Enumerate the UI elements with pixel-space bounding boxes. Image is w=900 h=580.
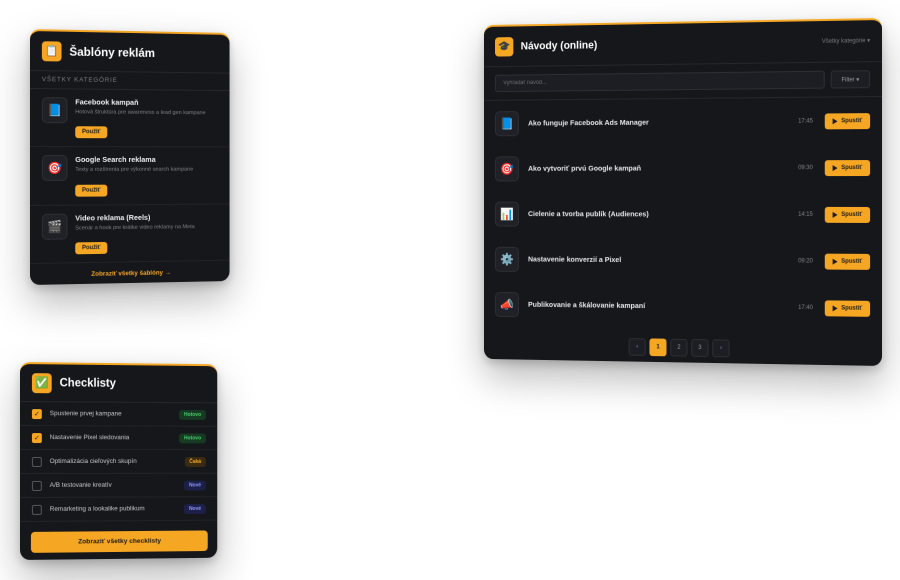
checklists-title: Checklisty (59, 376, 116, 390)
guide-duration: 17:40 (798, 304, 813, 311)
bar-chart-icon: 📊 (494, 201, 519, 227)
target-icon: 🎯 (494, 155, 519, 181)
guide-duration: 14:15 (798, 211, 813, 218)
check-mark-icon: ✅ (31, 372, 52, 393)
template-item: 🎬 Video reklama (Reels) Scenár a hook pr… (30, 204, 230, 265)
templates-header: 📋 Šablóny reklám (30, 31, 230, 74)
checklist-item[interactable]: Remarketing a lookalike publikum Nové (20, 497, 218, 522)
category-select[interactable]: Všetky kategórie ▾ (822, 37, 870, 45)
checklists-card: ✅ Checklisty ✓ Spustenie prvej kampane H… (20, 362, 218, 560)
checklist-item[interactable]: ✓ Nastavenie Pixel sledovania Hotovo (20, 426, 218, 451)
checkbox[interactable]: ✓ (31, 432, 42, 443)
play-icon (832, 117, 838, 124)
use-template-button[interactable]: Použiť (75, 184, 108, 197)
target-icon: 🎯 (41, 155, 68, 182)
clapperboard-icon: 🎬 (41, 213, 68, 240)
show-all-checklists-button[interactable]: Zobraziť všetky checklisty (30, 530, 208, 553)
template-description: Hotová štruktúra pre awareness a lead ge… (75, 109, 206, 117)
clipboard-icon: 📋 (41, 40, 62, 61)
status-badge: Hotovo (179, 409, 206, 420)
template-item: 📘 Facebook kampaň Hotová štruktúra pre a… (30, 89, 230, 148)
status-badge: Hotovo (179, 433, 206, 443)
guide-item: 📊 Cielenie a tvorba publík (Audiences) 1… (484, 191, 882, 238)
template-description: Scenár a hook pre krátke video reklamy n… (75, 224, 195, 232)
facebook-book-icon: 📘 (41, 97, 68, 124)
start-guide-button[interactable]: Spustiť (824, 159, 871, 176)
checklist-label: Optimalizácia cieľových skupín (49, 458, 137, 465)
guides-toolbar: Filter ▾ (484, 62, 882, 101)
start-guide-button[interactable]: Spustiť (824, 253, 871, 270)
checkbox[interactable] (31, 504, 42, 515)
template-title: Google Search reklama (75, 155, 156, 165)
gear-icon: ⚙️ (494, 246, 519, 272)
play-icon (832, 211, 838, 218)
templates-title: Šablóny reklám (69, 44, 155, 60)
checklist-item[interactable]: Optimalizácia cieľových skupín Čaká (20, 450, 218, 474)
filter-button[interactable]: Filter ▾ (830, 70, 871, 89)
checkbox[interactable] (31, 480, 42, 491)
search-input[interactable] (494, 70, 825, 93)
guides-header: 🎓 Návody (online) Všetky kategórie ▾ (484, 20, 882, 68)
pagination: ‹ 1 2 3 › (484, 326, 882, 360)
template-item: 🎯 Google Search reklama Texty a rozšíren… (30, 147, 230, 206)
start-guide-button[interactable]: Spustiť (824, 206, 871, 223)
page-button-2[interactable]: 2 (670, 338, 688, 357)
facebook-book-icon: 📘 (494, 110, 519, 136)
guide-title: Ako funguje Facebook Ads Manager (528, 117, 649, 128)
guide-item: 📣 Publikovanie a škálovanie kampaní 17:4… (484, 281, 882, 332)
play-icon (832, 258, 838, 265)
play-icon (832, 164, 838, 171)
start-label: Spustiť (841, 258, 863, 265)
template-description: Texty a rozšírenia pre výkonné search ka… (75, 167, 194, 174)
use-template-button[interactable]: Použiť (75, 126, 108, 139)
guide-title: Cielenie a tvorba publík (Audiences) (528, 209, 649, 219)
guide-item: ⚙️ Nastavenie konverzií a Pixel 09:20 Sp… (484, 236, 882, 285)
guide-duration: 17:45 (798, 118, 813, 125)
start-label: Spustiť (841, 211, 863, 218)
start-label: Spustiť (841, 305, 863, 312)
show-all-templates-link[interactable]: Zobraziť všetky šablóny → (30, 261, 230, 285)
checkbox[interactable]: ✓ (31, 408, 42, 419)
guide-title: Ako vytvoriť prvú Google kampaň (528, 163, 642, 173)
guide-item: 🎯 Ako vytvoriť prvú Google kampaň 09:30 … (484, 144, 882, 191)
next-page-button[interactable]: › (712, 339, 730, 358)
checklist-label: Nastavenie Pixel sledovania (49, 434, 130, 442)
checklist-item[interactable]: A/B testovanie kreatív Nové (20, 473, 218, 498)
guide-duration: 09:20 (798, 257, 813, 264)
start-label: Spustiť (841, 164, 863, 171)
checkbox[interactable] (31, 456, 42, 467)
template-title: Video reklama (Reels) (75, 212, 151, 223)
checklist-item[interactable]: ✓ Spustenie prvej kampane Hotovo (20, 402, 218, 427)
checklists-header: ✅ Checklisty (20, 364, 218, 404)
graduation-cap-icon: 🎓 (494, 36, 514, 57)
prev-page-button[interactable]: ‹ (628, 338, 646, 356)
status-badge: Nové (184, 503, 206, 514)
status-badge: Nové (184, 480, 206, 490)
play-icon (832, 304, 838, 311)
template-title: Facebook kampaň (75, 97, 139, 107)
guide-title: Publikovanie a škálovanie kampaní (528, 299, 646, 311)
templates-card: 📋 Šablóny reklám VŠETKY KATEGÓRIE 📘 Face… (30, 29, 230, 285)
page-button-1[interactable]: 1 (649, 338, 667, 357)
guides-card: 🎓 Návody (online) Všetky kategórie ▾ Fil… (484, 18, 882, 366)
templates-category-label[interactable]: VŠETKY KATEGÓRIE (30, 71, 230, 92)
guide-item: 📘 Ako funguje Facebook Ads Manager 17:45… (484, 97, 882, 146)
start-guide-button[interactable]: Spustiť (824, 299, 871, 317)
checklist-label: Spustenie prvej kampane (49, 410, 122, 418)
checklist-label: A/B testovanie kreatív (49, 481, 112, 489)
page-button-3[interactable]: 3 (691, 339, 709, 358)
guide-duration: 09:30 (798, 164, 813, 171)
guides-title: Návody (online) (520, 39, 598, 52)
status-badge: Čaká (184, 456, 206, 467)
megaphone-icon: 📣 (494, 291, 519, 317)
start-label: Spustiť (841, 117, 863, 124)
use-template-button[interactable]: Použiť (75, 242, 108, 255)
checklist-label: Remarketing a lookalike publikum (49, 505, 145, 513)
guide-title: Nastavenie konverzií a Pixel (528, 254, 622, 265)
start-guide-button[interactable]: Spustiť (824, 112, 871, 129)
